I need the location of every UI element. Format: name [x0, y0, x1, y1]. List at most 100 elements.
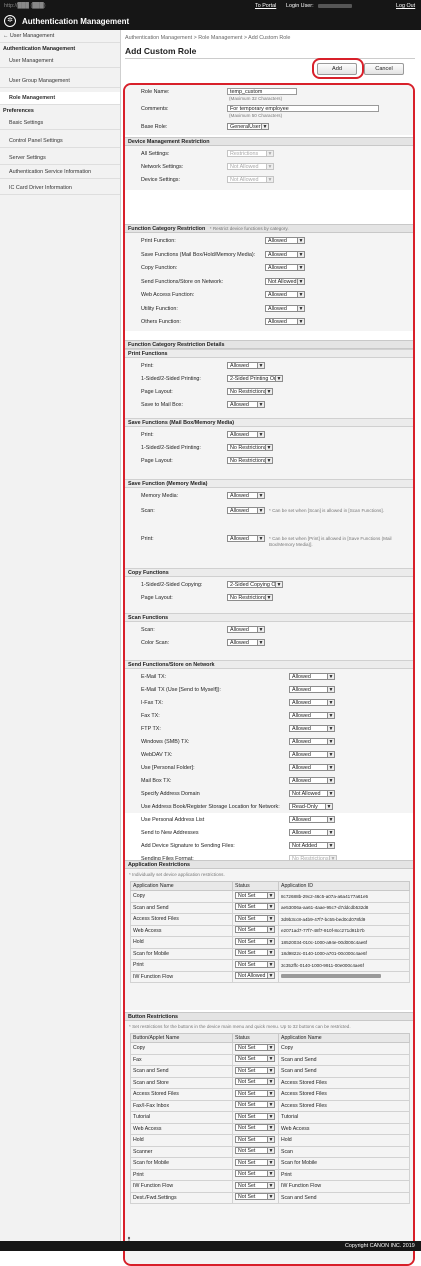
chevron-down-icon: ▼: [257, 640, 264, 646]
app-status-select[interactable]: Not Allowed ▼: [235, 972, 275, 980]
to-portal-link[interactable]: To Portal: [255, 3, 276, 9]
base-role-value: GeneralUser: [230, 124, 261, 130]
send-use-personal-folder-select[interactable]: Allowed ▼: [289, 764, 335, 771]
button-status-select[interactable]: Not Set ▼: [235, 1043, 275, 1051]
button-status-select[interactable]: Not Set ▼: [235, 1193, 275, 1201]
fc-others-function-value: Allowed: [268, 319, 287, 325]
scan-color-scan-select[interactable]: Allowed ▼: [227, 639, 265, 646]
scan-scan-select[interactable]: Allowed ▼: [227, 626, 265, 633]
cancel-button[interactable]: Cancel: [364, 63, 404, 75]
chevron-down-icon: ▼: [267, 938, 274, 945]
button-app-name-cell: Web Access: [278, 1122, 410, 1135]
save-memory-scan-select[interactable]: Allowed ▼: [227, 507, 265, 514]
sidebar: ← User Management Authentication Managem…: [0, 30, 121, 1241]
chevron-down-icon: ▼: [267, 961, 274, 968]
print-page-layout-select[interactable]: No Restrictions ▼: [227, 388, 273, 395]
sidebar-back-user-management[interactable]: ← User Management: [0, 30, 120, 43]
chevron-down-icon: ▼: [267, 927, 274, 934]
sidebar-item-control-panel-settings[interactable]: Control Panel Settings: [0, 135, 120, 148]
network-settings-select[interactable]: Not Allowed ▼: [227, 163, 274, 170]
sidebar-item-user-management[interactable]: User Management: [0, 55, 120, 68]
app-status-select[interactable]: Not Set ▼: [235, 926, 275, 934]
send-windows-smb-tx-select[interactable]: Allowed ▼: [289, 738, 335, 745]
button-status-cell: Not Set ▼: [232, 1076, 279, 1089]
button-name-cell: IW Function Flow: [130, 1180, 233, 1193]
app-status-select[interactable]: Not Set ▼: [235, 937, 275, 945]
send-specify-address-domain-select[interactable]: Not Allowed ▼: [289, 790, 335, 797]
button-status-select[interactable]: Not Set ▼: [235, 1135, 275, 1143]
fc-utility-function-select[interactable]: Allowed ▼: [265, 304, 305, 312]
button-status-select[interactable]: Not Set ▼: [235, 1158, 275, 1166]
send-send-to-new-addresses-select[interactable]: Allowed ▼: [289, 829, 335, 836]
copy-page-layout-select[interactable]: No Restrictions ▼: [227, 594, 273, 601]
app-status-select[interactable]: Not Set ▼: [235, 949, 275, 957]
fc-save-functions-mail-box-hold-memory-media-select[interactable]: Allowed ▼: [265, 250, 305, 258]
button-status-select[interactable]: Not Set ▼: [235, 1181, 275, 1189]
sidebar-item-auth-service-info[interactable]: Authentication Service Information: [0, 166, 120, 179]
print-save-to-mail-box-select[interactable]: Allowed ▼: [227, 401, 265, 408]
save-mailbox-page-layout-select[interactable]: No Restrictions ▼: [227, 457, 273, 464]
button-status-select[interactable]: Not Set ▼: [235, 1089, 275, 1097]
fc-others-function-select[interactable]: Allowed ▼: [265, 318, 305, 325]
chevron-down-icon: ▼: [267, 892, 274, 899]
sidebar-item-ic-card-driver-info[interactable]: IC Card Driver Information: [0, 182, 120, 195]
save-memory-memory-media-select[interactable]: Allowed ▼: [227, 492, 265, 499]
button-status-select[interactable]: Not Set ▼: [235, 1078, 275, 1086]
add-button[interactable]: Add: [317, 63, 357, 75]
chevron-down-icon: ▼: [327, 791, 334, 797]
page-title: Add Custom Role: [125, 46, 197, 56]
device-settings-select[interactable]: Not Allowed ▼: [227, 176, 274, 183]
send-specify-address-domain-value: Not Allowed: [292, 791, 321, 797]
save-memory-print-select[interactable]: Allowed ▼: [227, 535, 265, 542]
app-status-select[interactable]: Not Set ▼: [235, 914, 275, 922]
fc-print-function-select[interactable]: Allowed ▼: [265, 237, 305, 244]
sidebar-item-role-management[interactable]: Role Management: [0, 92, 120, 105]
app-status-select[interactable]: Not Set ▼: [235, 891, 275, 899]
fc-web-access-function-select[interactable]: Allowed ▼: [265, 291, 305, 298]
fc-copy-function-select[interactable]: Allowed ▼: [265, 264, 305, 271]
send-ftp-tx-select[interactable]: Allowed ▼: [289, 725, 335, 732]
chevron-down-icon: ▼: [267, 1079, 274, 1086]
copy-1-sided-2-sided-copying-select[interactable]: 2-Sided Copying Only ▼: [227, 581, 283, 588]
send-use-personal-address-list-select[interactable]: Allowed ▼: [289, 816, 335, 823]
sidebar-item-server-settings[interactable]: Server Settings: [0, 152, 120, 165]
sidebar-item-user-group-management[interactable]: User Group Management: [0, 75, 120, 88]
print-1-sided-2-sided-printing-select[interactable]: 2-Sided Printing Only ▼: [227, 375, 283, 382]
send-mail-box-tx-select[interactable]: Allowed ▼: [289, 777, 335, 784]
save-mailbox-1-sided-2-sided-printing-select[interactable]: No Restrictions ▼: [227, 444, 273, 451]
send-webdav-tx-select[interactable]: Allowed ▼: [289, 751, 335, 758]
send-use-address-book-register-storage-location-for-network-select[interactable]: Read-Only ▼: [289, 803, 333, 810]
send-fax-tx-select[interactable]: Allowed ▼: [289, 712, 335, 719]
button-status-select[interactable]: Not Set ▼: [235, 1170, 275, 1178]
button-status-select[interactable]: Not Set ▼: [235, 1066, 275, 1074]
send-e-mail-tx-select[interactable]: Allowed ▼: [289, 673, 335, 680]
fc-send-functions-store-on-network-label: Send Functions/Store on Network:: [141, 278, 224, 285]
chevron-down-icon: ▼: [327, 843, 334, 849]
role-name-input[interactable]: temp_custom: [227, 88, 297, 95]
function-category-header: Function Category Restriction * Restrict…: [125, 224, 413, 233]
chevron-down-icon: ▼: [267, 1148, 274, 1155]
send-i-fax-tx-select[interactable]: Allowed ▼: [289, 699, 335, 706]
logout-link[interactable]: Log Out: [396, 3, 415, 9]
button-app-name-cell: Tutorial: [278, 1111, 410, 1124]
fc-send-functions-store-on-network-select[interactable]: Not Allowed ▼: [265, 277, 305, 285]
app-status-select[interactable]: Not Set ▼: [235, 903, 275, 911]
button-status-select[interactable]: Not Set ▼: [235, 1055, 275, 1063]
button-status-select[interactable]: Not Set ▼: [235, 1147, 275, 1155]
send-add-device-signature-to-sending-files-select[interactable]: Not Added ▼: [289, 842, 335, 849]
chevron-down-icon: ▼: [297, 292, 304, 298]
sidebar-item-basic-settings[interactable]: Basic Settings: [0, 117, 120, 130]
all-settings-select[interactable]: Restrictions ▼: [227, 150, 274, 157]
button-status-select[interactable]: Not Set ▼: [235, 1101, 275, 1109]
button-status-select[interactable]: Not Set ▼: [235, 1112, 275, 1120]
sidebar-section-preferences: Preferences: [3, 108, 34, 114]
send-fax-tx-label: Fax TX:: [141, 713, 160, 719]
app-status-cell: Not Set ▼: [232, 913, 279, 926]
print-print-select[interactable]: Allowed ▼: [227, 362, 265, 369]
save-mailbox-print-select[interactable]: Allowed ▼: [227, 431, 265, 438]
comments-input[interactable]: For temporary employee: [227, 105, 379, 112]
base-role-select[interactable]: GeneralUser ▼: [227, 123, 269, 130]
app-status-select[interactable]: Not Set ▼: [235, 960, 275, 968]
button-status-select[interactable]: Not Set ▼: [235, 1124, 275, 1132]
send-e-mail-tx-use-send-to-myself-select[interactable]: Allowed ▼: [289, 686, 335, 693]
